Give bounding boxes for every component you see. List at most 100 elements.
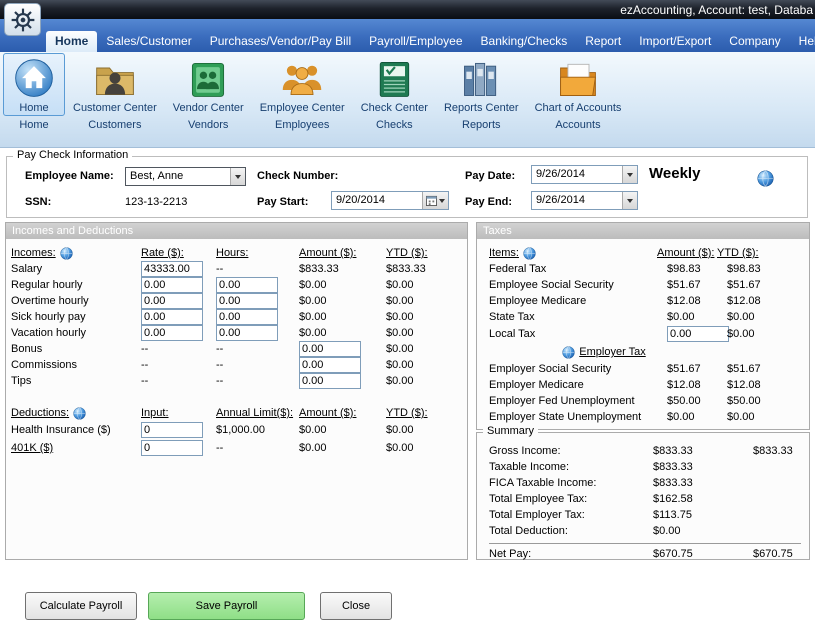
income-label: Sick hourly pay	[11, 311, 141, 323]
amount-header: Amount ($):	[299, 247, 386, 259]
pay-date-value: 9/26/2014	[532, 166, 622, 183]
rate-header: Rate ($):	[141, 247, 216, 259]
customer-center-button[interactable]: Customer Center	[65, 53, 165, 116]
check-center-button[interactable]: Check Center	[353, 53, 436, 116]
k401-input[interactable]	[141, 440, 203, 456]
income-row-overtime-hourly: Overtime hourly $0.00 $0.00	[11, 293, 467, 309]
incomes-panel: Incomes and Deductions Incomes: Rate ($)…	[5, 222, 468, 560]
regular-hourly-rate-input[interactable]	[141, 277, 203, 293]
deduction-ytd: $0.00	[386, 424, 467, 436]
tab-payroll-employee[interactable]: Payroll/Employee	[360, 31, 471, 52]
pay-end-label: Pay End:	[465, 193, 512, 212]
toolbar-item-chart-of-accounts: Chart of Accounts Accounts	[527, 53, 630, 131]
income-label: Salary	[11, 263, 141, 275]
toolbar: Home Home Customer Center Customers	[0, 52, 815, 148]
pay-date-select[interactable]: 9/26/2014	[531, 165, 638, 184]
tax-ytd: $12.08	[717, 379, 809, 391]
income-label: Tips	[11, 375, 141, 387]
toolbar-item-home: Home Home	[3, 53, 65, 131]
taxes-help-globe-icon[interactable]	[523, 247, 536, 260]
summary-row-fica-taxable-income: FICA Taxable Income: $833.33	[489, 475, 809, 491]
summary-section-title: Summary	[483, 425, 538, 437]
summary-row-taxable-income: Taxable Income: $833.33	[489, 459, 809, 475]
input-header: Input:	[141, 407, 216, 419]
tab-home[interactable]: Home	[46, 31, 97, 52]
income-ytd: $0.00	[386, 375, 467, 387]
check-number-label: Check Number:	[257, 167, 338, 186]
incomes-panel-header: Incomes and Deductions	[6, 223, 467, 239]
tax-label: State Tax	[489, 311, 657, 323]
tab-help[interactable]: Help	[790, 31, 815, 52]
taxes-panel-header: Taxes	[477, 223, 809, 239]
regular-hourly-hours-input[interactable]	[216, 277, 278, 293]
calendar-icon	[426, 195, 437, 206]
pay-start-datepicker[interactable]: 9/20/2014	[331, 191, 449, 210]
salary-rate-input[interactable]	[141, 261, 203, 277]
tab-report[interactable]: Report	[576, 31, 630, 52]
tab-purchases-vendor-pay-bill[interactable]: Purchases/Vendor/Pay Bill	[201, 31, 360, 52]
deductions-help-globe-icon[interactable]	[73, 407, 86, 420]
income-label: Commissions	[11, 359, 141, 371]
chart-of-accounts-icon	[555, 57, 601, 101]
summary-label: Taxable Income:	[489, 461, 653, 473]
ssn-label: SSN:	[25, 193, 51, 212]
employee-center-button[interactable]: Employee Center	[252, 53, 353, 116]
employee-name-value: Best, Anne	[126, 168, 230, 185]
income-label: Vacation hourly	[11, 327, 141, 339]
incomes-help-globe-icon[interactable]	[60, 247, 73, 260]
tax-amount: $98.83	[657, 263, 717, 275]
vacation-hourly-hours-input[interactable]	[216, 325, 278, 341]
overtime-hourly-rate-input[interactable]	[141, 293, 203, 309]
app-logo-button[interactable]	[4, 3, 41, 36]
ssn-value: 123-13-2213	[125, 193, 187, 212]
employee-center-label: Employee Center	[260, 102, 345, 114]
tab-import-export[interactable]: Import/Export	[630, 31, 720, 52]
tips-amount-input[interactable]	[299, 373, 361, 389]
summary-label: Total Employee Tax:	[489, 493, 653, 505]
items-header: Items:	[489, 247, 519, 259]
save-payroll-button[interactable]: Save Payroll	[148, 592, 305, 620]
income-hours: --	[216, 359, 299, 371]
check-number-input[interactable]	[351, 167, 451, 186]
pay-start-calendar-button[interactable]	[422, 192, 448, 209]
tab-banking-checks[interactable]: Banking/Checks	[472, 31, 577, 52]
vacation-hourly-rate-input[interactable]	[141, 325, 203, 341]
deduction-annual-limit: --	[216, 442, 299, 454]
customer-center-icon	[92, 57, 138, 101]
tax-amount: $51.67	[657, 363, 717, 375]
vendor-center-button[interactable]: Vendor Center	[165, 53, 252, 116]
income-amount: $0.00	[299, 327, 386, 339]
employee-name-select[interactable]: Best, Anne	[125, 167, 246, 186]
commissions-amount-input[interactable]	[299, 357, 361, 373]
deduction-label-401k-link[interactable]: 401K ($)	[11, 442, 141, 454]
calculate-payroll-button[interactable]: Calculate Payroll	[25, 592, 137, 620]
tab-sales-customer[interactable]: Sales/Customer	[97, 31, 200, 52]
reports-center-icon	[458, 57, 504, 101]
employer-tax-help-globe-icon[interactable]	[562, 346, 575, 359]
sick-hourly-rate-input[interactable]	[141, 309, 203, 325]
tax-amount: $0.00	[657, 311, 717, 323]
health-insurance-input[interactable]	[141, 422, 203, 438]
reports-caption: Reports	[462, 119, 501, 131]
reports-center-button[interactable]: Reports Center	[436, 53, 527, 116]
summary-label: Total Employer Tax:	[489, 509, 653, 521]
summary-label: FICA Taxable Income:	[489, 477, 653, 489]
chart-of-accounts-button[interactable]: Chart of Accounts	[527, 53, 630, 116]
toolbar-item-vendor-center: Vendor Center Vendors	[165, 53, 252, 131]
overtime-hourly-hours-input[interactable]	[216, 293, 278, 309]
deduction-amount-header: Amount ($):	[299, 407, 386, 419]
home-button[interactable]: Home	[3, 53, 65, 116]
paycheck-help-globe-icon[interactable]	[757, 170, 774, 187]
sick-hourly-hours-input[interactable]	[216, 309, 278, 325]
bonus-amount-input[interactable]	[299, 341, 361, 357]
pay-start-value: 9/20/2014	[332, 192, 422, 209]
tab-company[interactable]: Company	[720, 31, 789, 52]
income-ytd: $0.00	[386, 343, 467, 355]
pay-end-select[interactable]: 9/26/2014	[531, 191, 638, 210]
close-button[interactable]: Close	[320, 592, 392, 620]
incomes-panel-body: Incomes: Rate ($): Hours: Amount ($): YT…	[6, 239, 467, 457]
customers-caption: Customers	[88, 119, 141, 131]
toolbar-item-reports-center: Reports Center Reports	[436, 53, 527, 131]
incomes-header: Incomes:	[11, 247, 56, 259]
summary-row-total-employee-tax: Total Employee Tax: $162.58	[489, 491, 809, 507]
